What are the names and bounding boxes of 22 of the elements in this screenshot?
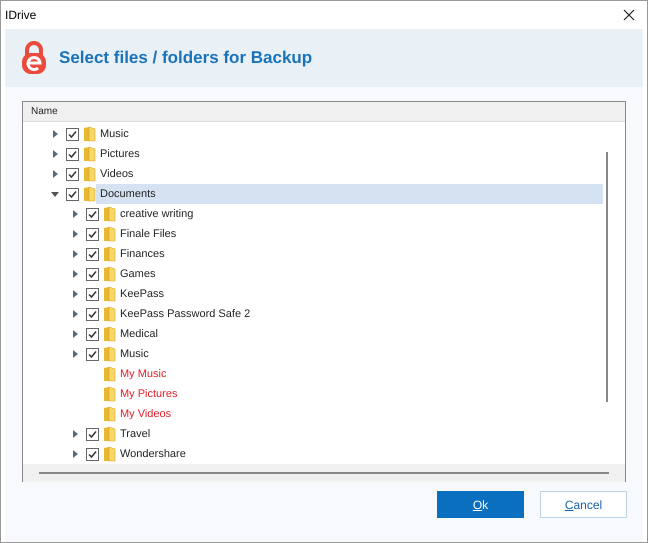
folder-label[interactable]: Music [116,344,603,364]
folder-label[interactable]: Games [116,264,603,284]
folder-label[interactable]: creative writing [116,204,603,224]
cancel-button[interactable]: Cancel [540,491,627,518]
window-title: IDrive [5,7,36,24]
folder-label[interactable]: Finale Files [116,224,603,244]
dialog-heading: Select files / folders for Backup [59,47,312,70]
folder-label[interactable]: Travel [116,424,603,444]
folder-label[interactable]: Medical [116,324,603,344]
ok-button[interactable]: Ok [437,491,524,518]
folder-label[interactable]: Videos [96,164,603,184]
folder-label[interactable]: My Pictures [116,384,603,404]
folder-label[interactable]: Finances [116,244,603,264]
folder-label[interactable]: Documents [96,184,603,204]
column-header[interactable]: Name [23,102,625,122]
folder-label[interactable]: My Music [116,364,603,384]
folder-label[interactable]: KeePass Password Safe 2 [116,304,603,324]
folder-label[interactable]: Pictures [96,144,603,164]
folder-label[interactable]: My Videos [116,404,603,424]
folder-label[interactable]: KeePass [116,284,603,304]
folder-label[interactable]: Music [96,124,603,144]
folder-label[interactable]: Wondershare [116,444,603,464]
